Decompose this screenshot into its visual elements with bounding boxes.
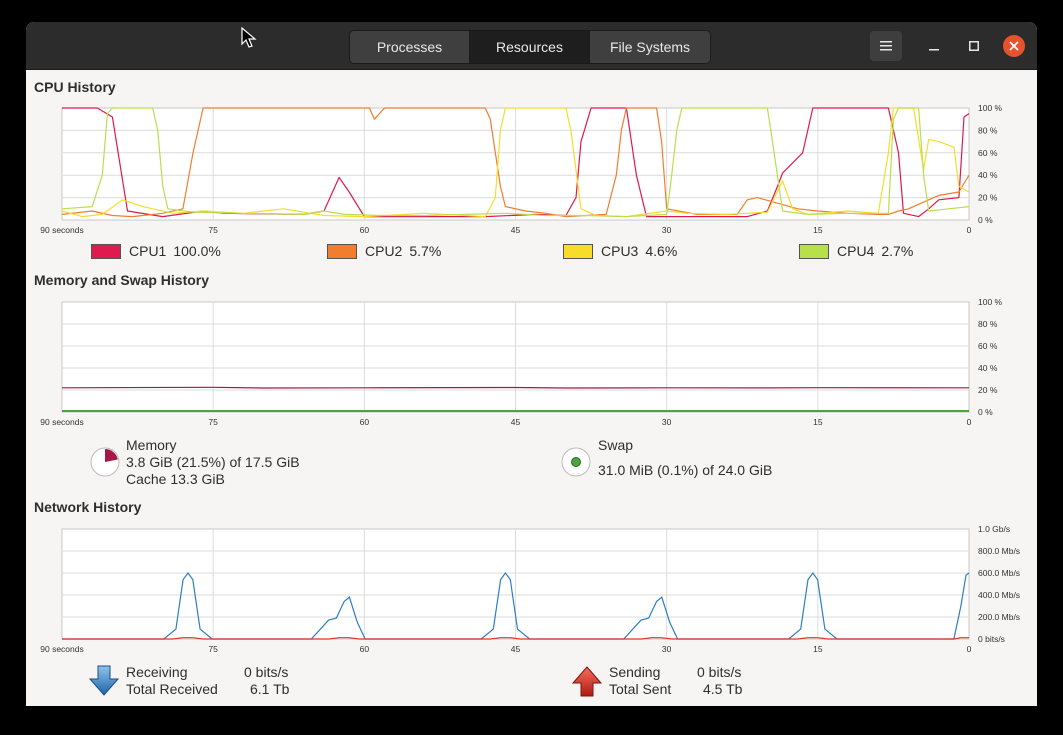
total-received-value: 6.1 Tb	[250, 681, 290, 697]
receiving-value: 0 bits/s	[244, 664, 289, 680]
total-received-label: Total Received	[126, 681, 218, 697]
sending-arrow-icon	[572, 666, 602, 697]
total-sent-value: 4.5 Tb	[703, 681, 743, 697]
sending-label: Sending	[609, 664, 661, 680]
sending-value: 0 bits/s	[697, 664, 742, 680]
network-y-tick: 200.0 Mb/s	[978, 612, 1020, 622]
system-monitor-window: Processes Resources File Systems CPU His…	[26, 22, 1037, 706]
network-y-tick: 1.0 Gb/s	[978, 524, 1010, 534]
total-sent-label: Total Sent	[609, 681, 672, 697]
network-x-tick: 60	[360, 644, 370, 654]
network-x-tick: 0	[967, 644, 972, 654]
network-x-tick: 30	[662, 644, 672, 654]
network-history-graph: 1.0 Gb/s 800.0 Mb/s 600.0 Mb/s 400.0 Mb/s 20…	[40, 524, 1020, 654]
network-x-tick: 15	[813, 644, 823, 654]
mouse-pointer-icon	[241, 27, 257, 48]
receiving-arrow-icon	[89, 665, 119, 696]
receiving-label: Receiving	[126, 664, 188, 680]
network-y-tick: 800.0 Mb/s	[978, 546, 1020, 556]
network-y-tick: 600.0 Mb/s	[978, 568, 1020, 578]
network-x-tick: 45	[511, 644, 521, 654]
network-x-tick: 90 seconds	[40, 644, 83, 654]
network-x-tick: 75	[208, 644, 218, 654]
network-y-tick: 0 bits/s	[978, 634, 1005, 644]
network-y-tick: 400.0 Mb/s	[978, 590, 1020, 600]
